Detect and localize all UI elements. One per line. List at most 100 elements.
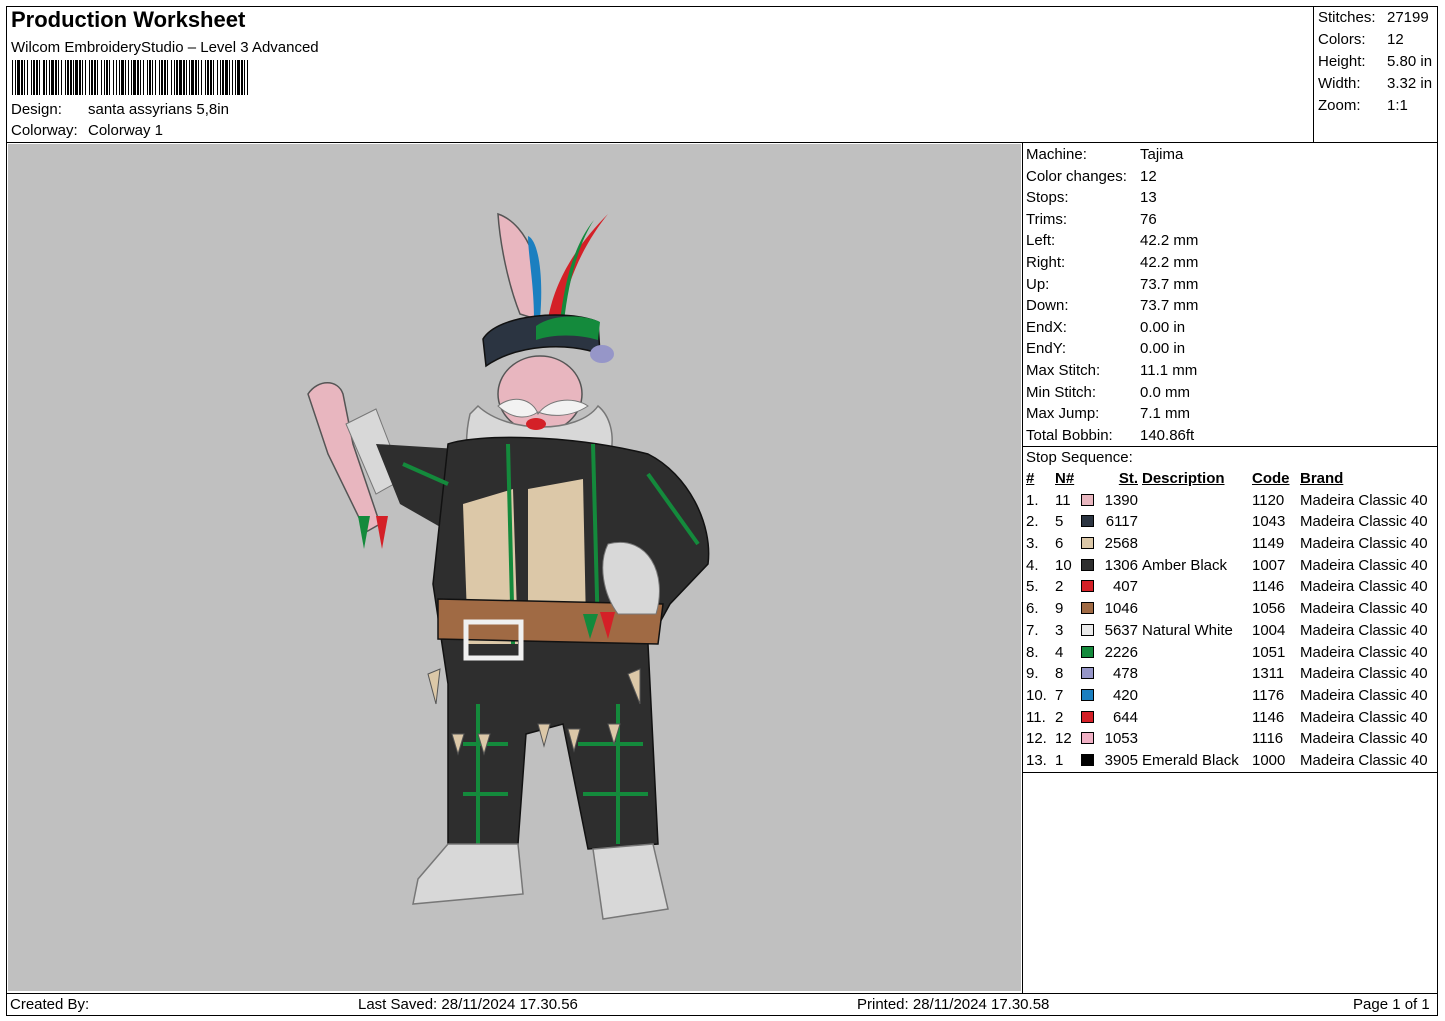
colorway-value: Colorway 1 <box>88 122 164 139</box>
row-index: 8. <box>1026 643 1039 661</box>
thread-color-swatch <box>1081 558 1094 571</box>
machine-info-label: Trims: <box>1026 210 1068 228</box>
machine-info-label: Up: <box>1026 275 1050 293</box>
stat-label: Height: <box>1318 53 1366 70</box>
row-index: 4. <box>1026 556 1039 574</box>
printed-date: Printed: 28/11/2024 17.30.58 <box>857 996 1050 1013</box>
row-stitches: 1390 <box>1104 491 1138 509</box>
row-needle: 2 <box>1055 708 1064 726</box>
row-index: 7. <box>1026 621 1039 639</box>
row-index: 5. <box>1026 578 1039 596</box>
thread-color-swatch <box>1081 667 1094 680</box>
stat-value: 1:1 <box>1387 97 1408 114</box>
row-brand: Madeira Classic 40 <box>1300 686 1428 704</box>
row-brand: Madeira Classic 40 <box>1300 535 1428 553</box>
row-brand: Madeira Classic 40 <box>1300 513 1428 531</box>
machine-info-row: Machine: Tajima <box>1026 144 1198 166</box>
sequence-divider <box>1022 772 1438 773</box>
machine-info-value: 11.1 mm <box>1140 361 1198 379</box>
machine-info-row: Down: 73.7 mm <box>1026 295 1198 317</box>
thread-color-swatch <box>1081 515 1094 528</box>
row-stitches: 6117 <box>1105 513 1138 531</box>
row-code: 1120 <box>1252 491 1285 509</box>
row-stitches: 644 <box>1112 708 1138 726</box>
preview-divider <box>1022 142 1023 994</box>
stat-label: Stitches: <box>1318 9 1376 26</box>
machine-info-row: EndY: 0.00 in <box>1026 338 1198 360</box>
footer-divider <box>6 993 1438 994</box>
row-needle: 3 <box>1055 621 1064 639</box>
page-title: Production Worksheet <box>11 7 246 32</box>
row-stitches: 1053 <box>1104 730 1138 748</box>
stat-label: Width: <box>1318 75 1361 92</box>
row-index: 9. <box>1026 665 1039 683</box>
thread-color-swatch <box>1081 688 1094 701</box>
row-code: 1146 <box>1252 708 1285 726</box>
machine-info-row: Right: 42.2 mm <box>1026 252 1198 274</box>
machine-info-row: Color changes: 12 <box>1026 166 1198 188</box>
row-brand: Madeira Classic 40 <box>1300 730 1428 748</box>
machine-info-value: 0.00 in <box>1140 318 1186 336</box>
header-stitches: St. <box>1118 470 1138 487</box>
row-stitches: 1306 <box>1104 556 1138 574</box>
last-saved: Last Saved: 28/11/2024 17.30.56 <box>358 996 578 1013</box>
machine-info-label: Min Stitch: <box>1026 383 1097 401</box>
thread-color-swatch <box>1081 753 1094 766</box>
row-brand: Madeira Classic 40 <box>1300 600 1428 618</box>
row-index: 12. <box>1026 730 1047 748</box>
header-divider <box>6 142 1438 143</box>
machine-info-value: 0.0 mm <box>1140 383 1191 401</box>
row-code: 1176 <box>1252 686 1285 704</box>
design-label: Design: <box>11 101 62 118</box>
row-needle: 2 <box>1055 578 1064 596</box>
machine-info-value: 12 <box>1140 167 1157 185</box>
machine-info-label: Left: <box>1026 232 1056 250</box>
row-needle: 12 <box>1055 730 1072 748</box>
design-barcode <box>12 60 251 95</box>
row-brand: Madeira Classic 40 <box>1300 621 1428 639</box>
machine-info-row: Up: 73.7 mm <box>1026 274 1198 296</box>
thread-color-swatch <box>1081 623 1094 636</box>
row-code: 1000 <box>1252 751 1286 769</box>
row-stitches: 2226 <box>1104 643 1138 661</box>
stat-label: Colors: <box>1318 31 1366 48</box>
header-description: Description <box>1142 470 1225 487</box>
machine-info-value: 7.1 mm <box>1140 405 1191 423</box>
row-needle: 11 <box>1055 491 1071 509</box>
row-brand: Madeira Classic 40 <box>1300 491 1428 509</box>
created-by: Created By: <box>10 996 90 1013</box>
row-index: 11. <box>1026 708 1046 726</box>
machine-info-value: 73.7 mm <box>1140 297 1199 315</box>
machine-info: Machine: Tajima Color changes: 12 Stops: 13 Tr… <box>1026 144 1198 446</box>
thread-color-swatch <box>1081 537 1094 550</box>
colorway-label: Colorway: <box>11 122 78 139</box>
stat-value: 3.32 in <box>1387 75 1433 92</box>
row-brand: Madeira Classic 40 <box>1300 578 1428 596</box>
stats-divider <box>1313 6 1314 143</box>
machine-info-label: Total Bobbin: <box>1026 426 1113 444</box>
thread-color-swatch <box>1081 602 1094 615</box>
row-stitches: 5637 <box>1104 621 1138 639</box>
row-index: 3. <box>1026 535 1039 553</box>
machine-info-label: Down: <box>1026 297 1069 315</box>
santa-embroidery-image <box>307 212 710 920</box>
machine-info-row: Trims: 76 <box>1026 209 1198 231</box>
row-code: 1051 <box>1252 643 1286 661</box>
row-code: 1116 <box>1252 730 1284 748</box>
machine-info-label: Max Jump: <box>1026 405 1100 423</box>
row-needle: 4 <box>1055 643 1064 661</box>
thread-color-swatch <box>1081 645 1094 658</box>
row-needle: 8 <box>1055 665 1064 683</box>
machine-info-label: Right: <box>1026 253 1066 271</box>
row-code: 1149 <box>1252 535 1285 553</box>
design-preview <box>8 144 1021 991</box>
machine-info-label: Machine: <box>1026 146 1087 163</box>
machine-info-label: Stops: <box>1026 189 1069 207</box>
colorway-row: Colorway: Colorway 1 <box>11 122 163 139</box>
machine-info-value: 140.86ft <box>1140 426 1195 444</box>
machine-info-value: 13 <box>1140 189 1157 207</box>
row-stitches: 2568 <box>1104 535 1138 553</box>
machine-info-label: Max Stitch: <box>1026 361 1101 379</box>
stat-value: 5.80 in <box>1387 53 1433 70</box>
machine-info-label: EndX: <box>1026 318 1067 336</box>
